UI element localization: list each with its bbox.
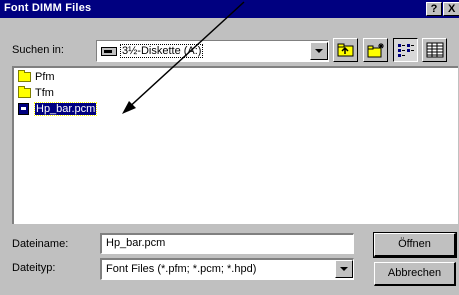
filetype-select[interactable]: Font Files (*.pfm; *.pcm; *.hpd) xyxy=(100,258,354,280)
list-view-button[interactable] xyxy=(393,38,418,62)
list-item-label: Pfm xyxy=(35,71,55,83)
file-icon xyxy=(18,103,29,115)
list-item-label-selected: Hp_bar.pcm xyxy=(33,102,98,116)
folder-icon xyxy=(18,70,31,82)
chevron-down-icon xyxy=(340,267,348,271)
filetype-dropdown-button[interactable] xyxy=(335,260,353,278)
up-folder-icon xyxy=(337,43,354,57)
filetype-value: Font Files (*.pfm; *.pcm; *.hpd) xyxy=(106,263,257,275)
list-item-file-hp-bar[interactable]: Hp_bar.pcm xyxy=(18,102,118,117)
close-button[interactable]: X xyxy=(443,2,459,16)
filename-label: Dateiname: xyxy=(12,238,69,250)
folder-icon xyxy=(18,86,31,98)
list-view-icon xyxy=(398,44,414,57)
up-folder-button[interactable] xyxy=(333,38,358,62)
look-in-value: 3½-Diskette (A:) xyxy=(119,44,204,58)
cancel-button[interactable]: Abbrechen xyxy=(374,262,456,286)
chevron-down-icon xyxy=(315,49,323,53)
look-in-combo[interactable]: 3½-Diskette (A:) xyxy=(96,40,329,62)
list-item-folder-pfm[interactable]: Pfm xyxy=(18,70,78,85)
open-button[interactable]: Öffnen xyxy=(373,232,457,258)
filetype-label: Dateityp: xyxy=(12,262,56,274)
file-list[interactable]: Pfm Tfm Hp_bar.pcm xyxy=(12,66,458,224)
details-view-button[interactable] xyxy=(422,38,447,62)
help-button[interactable]: ? xyxy=(426,2,442,16)
list-item-label: Tfm xyxy=(35,87,54,99)
window-title: Font DIMM Files xyxy=(4,2,92,14)
floppy-drive-icon xyxy=(101,47,117,56)
look-in-dropdown-button[interactable] xyxy=(310,42,328,60)
new-folder-icon xyxy=(367,43,384,58)
list-item-folder-tfm[interactable]: Tfm xyxy=(18,86,78,101)
look-in-label: Suchen in: xyxy=(12,44,64,56)
filename-input[interactable]: Hp_bar.pcm xyxy=(100,233,354,254)
details-view-icon xyxy=(426,42,444,58)
new-folder-button[interactable] xyxy=(363,38,388,62)
